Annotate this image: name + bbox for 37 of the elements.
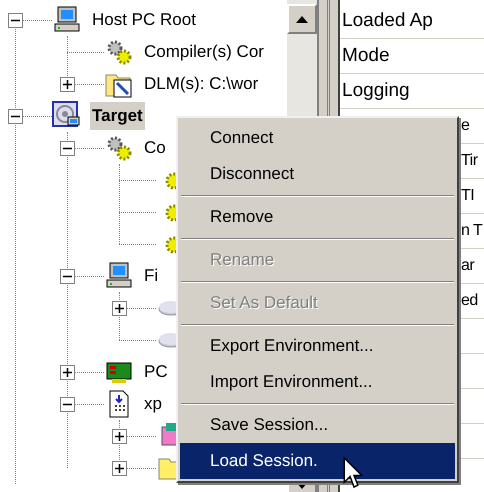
tree-item[interactable]: Fi: [142, 262, 160, 290]
menu-item[interactable]: Remove: [180, 199, 455, 235]
collapse-icon[interactable]: [60, 141, 75, 156]
mouse-cursor-icon: [343, 457, 364, 489]
menu-item[interactable]: Import Environment...: [180, 364, 455, 400]
tree-item[interactable]: Host PC Root: [90, 6, 198, 34]
tree-item[interactable]: PC: [142, 358, 170, 386]
collapse-icon[interactable]: [60, 397, 75, 412]
property-label: n T: [461, 221, 482, 241]
collapse-icon[interactable]: [8, 13, 23, 28]
tree-item[interactable]: Target: [90, 102, 145, 130]
menu-item[interactable]: Export Environment...: [180, 328, 455, 364]
property-label: e: [461, 116, 470, 136]
tree-item[interactable]: Co: [142, 134, 168, 162]
tree-item[interactable]: DLM(s): C:\wor: [142, 70, 260, 98]
tree-item[interactable]: Compiler(s) Cor: [142, 38, 266, 66]
tree-item[interactable]: xp: [142, 390, 164, 418]
menu-item[interactable]: Connect: [180, 120, 455, 156]
expand-icon[interactable]: [112, 301, 127, 316]
menu-item[interactable]: Disconnect: [180, 156, 455, 192]
property-label: Logging: [342, 78, 410, 103]
expand-icon[interactable]: [112, 461, 127, 476]
expand-icon[interactable]: [112, 429, 127, 444]
collapse-icon[interactable]: [8, 109, 23, 124]
property-label: ar: [461, 256, 474, 276]
expand-icon[interactable]: [60, 365, 75, 380]
up-arrow-icon: [296, 16, 308, 22]
property-label: Loaded Ap: [342, 8, 433, 33]
scroll-up-button[interactable]: [287, 4, 317, 34]
menu-item[interactable]: Load Session.: [180, 443, 455, 479]
property-label: TI: [461, 186, 474, 206]
property-label: Tir: [461, 151, 478, 171]
property-label: Mode: [342, 44, 390, 68]
property-label: ed: [461, 291, 478, 311]
menu-item[interactable]: Save Session...: [180, 407, 455, 443]
expand-icon[interactable]: [60, 77, 75, 92]
collapse-icon[interactable]: [60, 269, 75, 284]
